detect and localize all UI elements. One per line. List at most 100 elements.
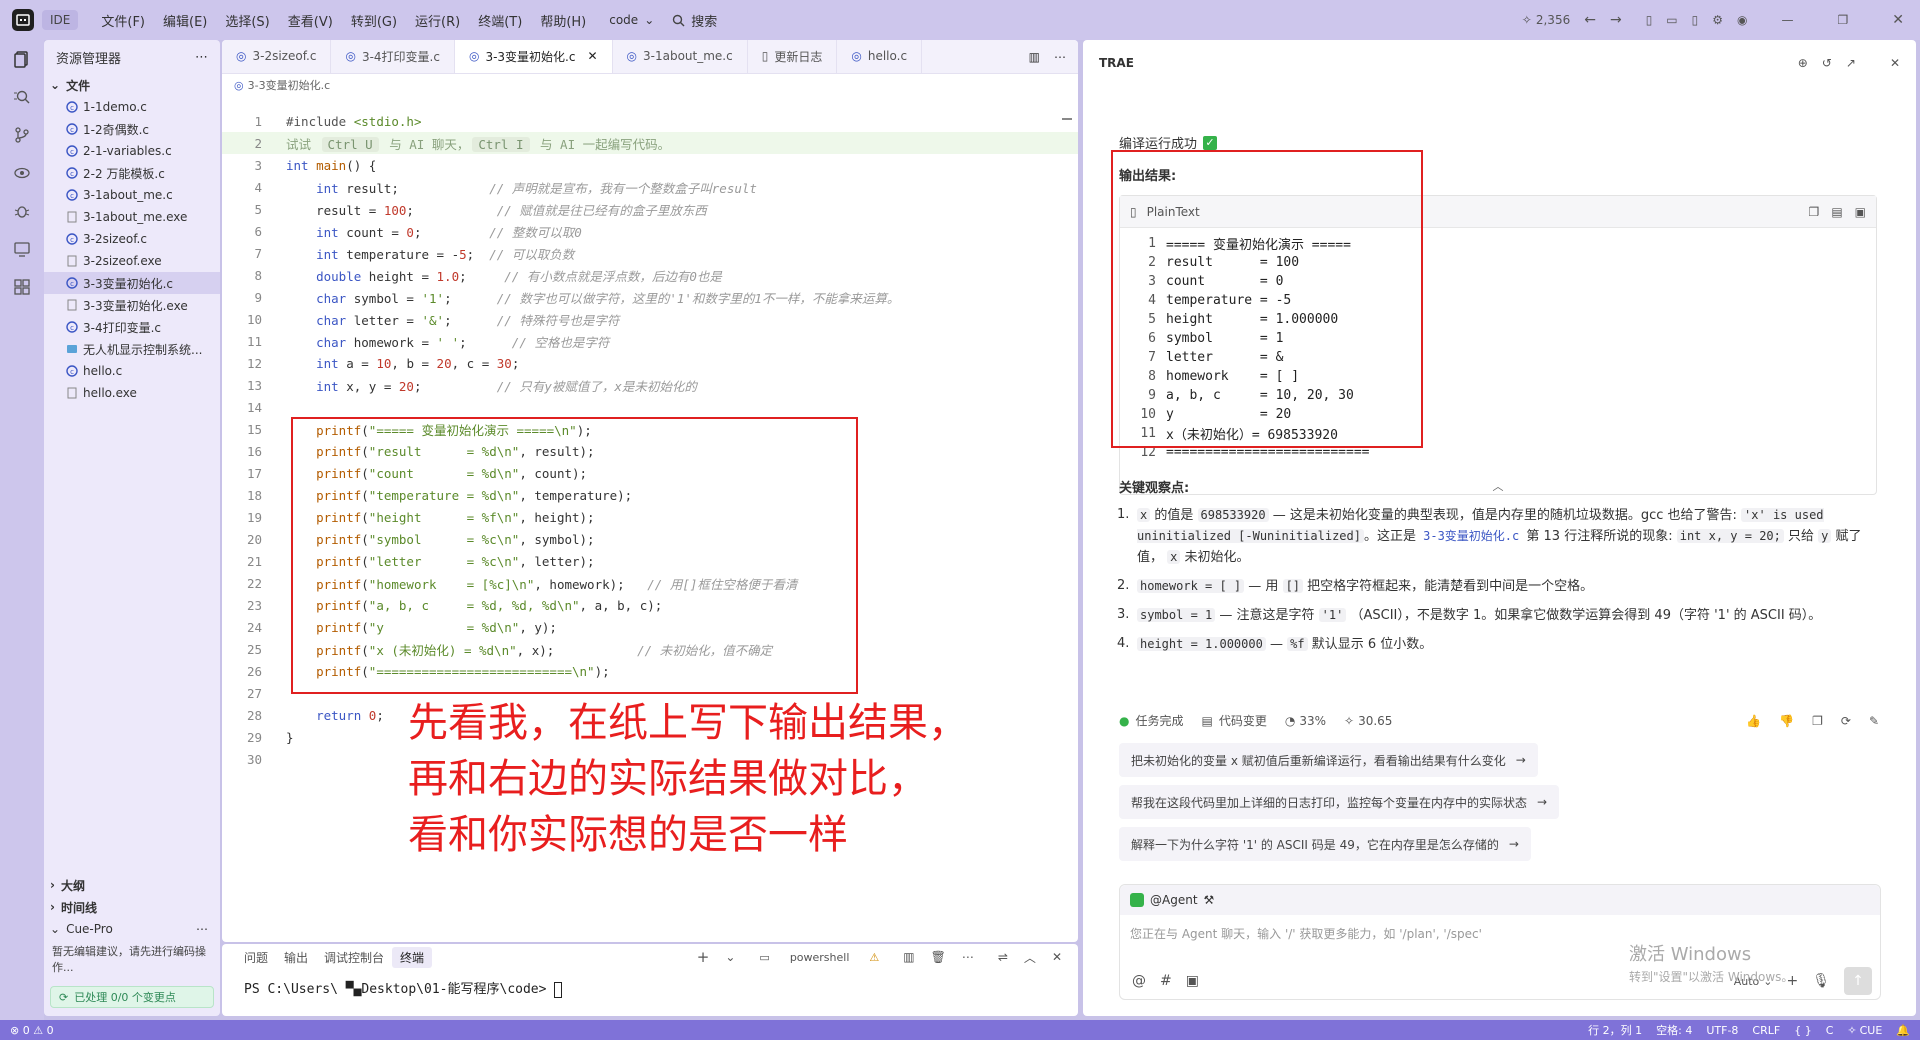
split-terminal-icon[interactable]: ▥ <box>895 948 922 966</box>
close-panel-icon[interactable]: ✕ <box>1044 948 1070 966</box>
explorer-icon[interactable] <box>0 40 44 78</box>
debug-icon[interactable] <box>0 192 44 230</box>
minimize-icon[interactable]: — <box>1782 13 1794 27</box>
menu-view[interactable]: 查看(V) <box>279 11 342 30</box>
remote-icon[interactable] <box>0 230 44 268</box>
file-item[interactable]: c 3-1about_me.c <box>44 184 220 206</box>
menu-help[interactable]: 帮助(H) <box>531 11 595 30</box>
tab-problems[interactable]: 问题 <box>236 947 276 968</box>
suggestion-1[interactable]: 把未初始化的变量 x 赋初值后重新编译运行，看看输出结果有什么变化 → <box>1119 743 1538 777</box>
menu-terminal[interactable]: 终端(T) <box>469 11 531 30</box>
file-item[interactable]: c 2-1-variables.c <box>44 140 220 162</box>
file-item[interactable]: 3-2sizeof.exe <box>44 250 220 272</box>
tab-3-3init[interactable]: ◎ 3-3变量初始化.c ✕ <box>454 40 613 73</box>
tab-3-1about[interactable]: ◎ 3-1about_me.c <box>613 40 748 73</box>
more-icon[interactable]: ⋯ <box>1054 50 1066 64</box>
extensions-icon[interactable] <box>0 268 44 306</box>
layout-panel-icon[interactable]: ▭ <box>1666 13 1677 27</box>
insert-icon[interactable]: ▤ <box>1831 205 1842 219</box>
thumbs-up-icon[interactable]: 👍 <box>1746 714 1761 728</box>
files-section-header[interactable]: ⌄ 文件 <box>44 74 220 96</box>
tab-output[interactable]: 输出 <box>276 947 316 968</box>
menu-edit[interactable]: 编辑(E) <box>154 11 216 30</box>
restore-icon[interactable]: ❐ <box>1838 13 1849 27</box>
file-item[interactable]: hello.exe <box>44 382 220 404</box>
language-braces[interactable]: { } <box>1794 1024 1812 1037</box>
gear-icon[interactable]: ⚙ <box>1712 13 1723 27</box>
tab-hello[interactable]: ◎ hello.c <box>837 40 923 73</box>
apply-icon[interactable]: ▣ <box>1855 205 1866 219</box>
hash-icon[interactable]: # <box>1160 973 1172 989</box>
layout-sidebar-icon[interactable]: ▯ <box>1646 13 1653 27</box>
encoding[interactable]: UTF-8 <box>1706 1024 1738 1037</box>
file-link[interactable]: 3-3变量初始化.c <box>1420 529 1522 543</box>
problems-count[interactable]: ⊗ 0 ⚠ 0 <box>0 1024 54 1037</box>
split-editor-icon[interactable]: ▥ <box>1029 50 1040 64</box>
layout-aux-icon[interactable]: ▯ <box>1692 13 1699 27</box>
copy-icon[interactable]: ❐ <box>1812 714 1823 728</box>
file-item[interactable]: c 1-1demo.c <box>44 96 220 118</box>
close-panel-icon[interactable]: ✕ <box>1890 56 1900 70</box>
indent-setting[interactable]: 空格: 4 <box>1656 1022 1692 1038</box>
close-tab-icon[interactable]: ✕ <box>587 49 597 63</box>
copy-icon[interactable]: ❐ <box>1809 205 1820 219</box>
thumbs-down-icon[interactable]: 👎 <box>1779 714 1794 728</box>
file-item[interactable]: c 3-2sizeof.c <box>44 228 220 250</box>
collapse-icon[interactable]: ︿ <box>1120 478 1876 494</box>
history-icon[interactable]: ↺ <box>1822 56 1832 70</box>
forward-arrow-icon[interactable]: → <box>1610 12 1622 28</box>
image-icon[interactable]: ▣ <box>1186 973 1199 989</box>
chevron-down-icon[interactable]: ⌄ <box>717 948 743 966</box>
file-item[interactable]: 3-3变量初始化.exe <box>44 294 220 316</box>
mention-icon[interactable]: @ <box>1132 973 1146 989</box>
trash-icon[interactable]: 🗑 <box>923 948 954 966</box>
outline-section[interactable]: › 大纲 <box>44 874 220 896</box>
global-search[interactable]: 搜索 <box>672 11 717 30</box>
workspace-dropdown[interactable]: code ⌄ <box>609 13 654 27</box>
mic-icon[interactable]: 🎙 <box>1812 973 1830 989</box>
tab-3-4print[interactable]: ◎ 3-4打印变量.c <box>331 40 455 73</box>
file-item[interactable]: c 3-3变量初始化.c <box>44 272 220 294</box>
tab-terminal[interactable]: 终端 <box>392 946 433 968</box>
more-icon[interactable]: ⋯ <box>196 922 208 936</box>
cue-section[interactable]: ⌄ Cue-Pro ⋯ <box>44 918 220 940</box>
line-ending[interactable]: CRLF <box>1752 1024 1780 1037</box>
file-item[interactable]: 3-1about_me.exe <box>44 206 220 228</box>
tab-changelog[interactable]: ▯ 更新日志 <box>748 40 838 73</box>
timeline-section[interactable]: › 时间线 <box>44 896 220 918</box>
menu-goto[interactable]: 转到(G) <box>342 11 406 30</box>
code-change-button[interactable]: ▤ 代码变更 <box>1202 712 1267 729</box>
language-mode[interactable]: C <box>1826 1024 1834 1037</box>
more-icon[interactable]: ⋯ <box>195 50 208 65</box>
tab-3-2sizeof[interactable]: ◎ 3-2sizeof.c <box>222 40 332 73</box>
editor-scroll-indicator[interactable] <box>1062 118 1072 120</box>
suggestion-3[interactable]: 解释一下为什么字符 '1' 的 ASCII 码是 49，它在内存里是怎么存储的 → <box>1119 827 1531 861</box>
back-arrow-icon[interactable]: ← <box>1584 12 1596 28</box>
terminal-prompt[interactable]: PS C:\Users\ ▀▄Desktop\01-能写程序\code> <box>222 970 1078 998</box>
agent-selector[interactable]: @Agent ⚒ <box>1120 885 1880 915</box>
shell-selector[interactable]: ▭ powershell ⚠ <box>743 947 895 968</box>
regenerate-icon[interactable]: ⟳ <box>1841 714 1851 728</box>
tab-debug-console[interactable]: 调试控制台 <box>316 947 392 968</box>
file-item[interactable]: c 3-4打印变量.c <box>44 316 220 338</box>
panel-layout-icon[interactable]: ⇌ <box>990 948 1016 966</box>
cursor-position[interactable]: 行 2，列 1 <box>1588 1022 1642 1038</box>
ide-label[interactable]: IDE <box>42 10 79 30</box>
menu-file[interactable]: 文件(F) <box>92 11 154 30</box>
add-terminal-icon[interactable]: + <box>689 946 718 968</box>
maximize-panel-icon[interactable]: ︿ <box>1016 947 1044 968</box>
suggestion-2[interactable]: 帮我在这段代码里加上详细的日志打印，监控每个变量在内存中的实际状态 → <box>1119 785 1560 819</box>
menu-select[interactable]: 选择(S) <box>216 11 278 30</box>
edit-icon[interactable]: ✎ <box>1869 714 1879 728</box>
menu-run[interactable]: 运行(R) <box>406 11 469 30</box>
source-control-icon[interactable] <box>0 116 44 154</box>
breadcrumb-file[interactable]: 3-3变量初始化.c <box>248 77 331 93</box>
close-window-icon[interactable]: ✕ <box>1892 12 1904 28</box>
file-item[interactable]: c 2-2 万能模板.c <box>44 162 220 184</box>
send-button[interactable]: ↑ <box>1844 967 1872 995</box>
file-item[interactable]: c 1-2奇偶数.c <box>44 118 220 140</box>
account-icon[interactable]: ◉ <box>1737 13 1747 27</box>
pop-out-icon[interactable]: ↗ <box>1846 56 1856 70</box>
file-item[interactable]: 无人机显示控制系统... <box>44 338 220 360</box>
search-files-icon[interactable] <box>0 78 44 116</box>
